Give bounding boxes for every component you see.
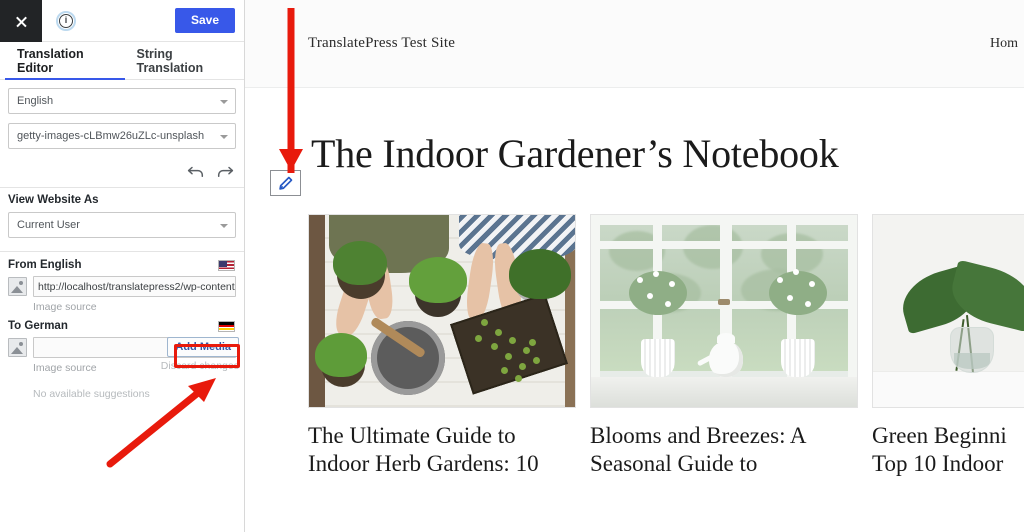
tab-string-translation[interactable]: String Translation [125,42,245,79]
flag-de-icon [218,320,235,332]
tab-translation-editor[interactable]: Translation Editor [5,42,125,80]
site-header: TranslatePress Test Site Hom [245,0,1024,88]
chevron-down-icon [220,224,228,228]
redo-arrow-icon[interactable] [216,163,234,179]
nav-item-home[interactable]: Hom [990,36,1018,52]
target-field-row: Add Media Discard changes [0,337,244,372]
target-language-header: To German [0,313,244,337]
view-website-as-section: View Website As Current User [0,188,244,251]
language-select[interactable]: English [8,88,236,114]
post-card-image[interactable] [308,214,576,408]
view-website-as-label: View Website As [8,194,99,206]
view-as-select-value: Current User [17,219,80,231]
image-placeholder-icon [8,277,27,296]
add-media-button[interactable]: Add Media [167,337,239,357]
source-language-label: From English [8,259,82,271]
selectors-section: English getty-images-cLBmw26uZLc-unsplas… [0,80,244,162]
string-select-value: getty-images-cLBmw26uZLc-unsplash [17,130,205,142]
post-card-image[interactable] [590,214,858,408]
tab-translation-editor-label: Translation Editor [17,46,84,75]
translatepress-editor-screen: i Save Translation Editor String Transla… [0,0,1024,532]
translation-editor-sidebar: i Save Translation Editor String Transla… [0,0,245,532]
source-image-source-input[interactable]: http://localhost/translatepress2/wp-cont… [33,276,236,297]
editor-topbar: i Save [0,0,244,42]
add-media-group: Add Media Discard changes [161,337,239,372]
info-circle-icon: i [56,10,76,31]
info-button[interactable]: i [42,0,90,41]
pencil-edit-icon [279,176,293,190]
editor-tabs: Translation Editor String Translation [0,42,244,80]
post-card-title[interactable]: The Ultimate Guide to Indoor Herb Garden… [308,422,576,478]
site-title[interactable]: TranslatePress Test Site [308,35,455,52]
post-card[interactable]: Blooms and Breezes: A Seasonal Guide to [590,214,858,478]
view-as-select[interactable]: Current User [8,212,236,238]
source-field-row: http://localhost/translatepress2/wp-cont… [0,276,244,297]
close-button[interactable] [0,0,42,42]
source-image-source-label: Image source [33,301,97,313]
flag-us-icon [218,259,235,271]
string-select[interactable]: getty-images-cLBmw26uZLc-unsplash [8,123,236,149]
edit-pencil-button[interactable] [270,170,301,196]
language-select-value: English [17,95,54,107]
save-button[interactable]: Save [174,8,235,33]
info-glyph: i [59,13,73,28]
close-icon [15,15,28,28]
post-card-image[interactable] [872,214,1024,408]
post-card-grid: The Ultimate Guide to Indoor Herb Garden… [245,177,1024,478]
post-card-title[interactable]: Green Beginni Top 10 Indoor [872,422,1024,478]
no-suggestions-note: No available suggestions [33,388,150,400]
history-controls [0,162,244,187]
discard-changes-link[interactable]: Discard changes [161,360,239,372]
tab-string-translation-label: String Translation [136,46,204,75]
window-latch [718,299,730,305]
source-language-header: From English [0,252,244,276]
target-language-block: To German Add Media Discard changes Imag… [0,313,244,400]
page-title: The Indoor Gardener’s Notebook [311,131,839,176]
chevron-down-icon [220,100,228,104]
source-language-block: From English http://localhost/translatep… [0,252,244,313]
post-card[interactable]: Green Beginni Top 10 Indoor [872,214,1024,478]
chevron-down-icon [220,135,228,139]
undo-arrow-icon[interactable] [187,163,205,179]
post-card-title[interactable]: Blooms and Breezes: A Seasonal Guide to [590,422,858,478]
post-card[interactable]: The Ultimate Guide to Indoor Herb Garden… [308,214,576,478]
site-preview-pane: TranslatePress Test Site Hom The Indoor … [245,0,1024,532]
image-placeholder-icon [8,338,27,357]
target-language-label: To German [8,320,68,332]
